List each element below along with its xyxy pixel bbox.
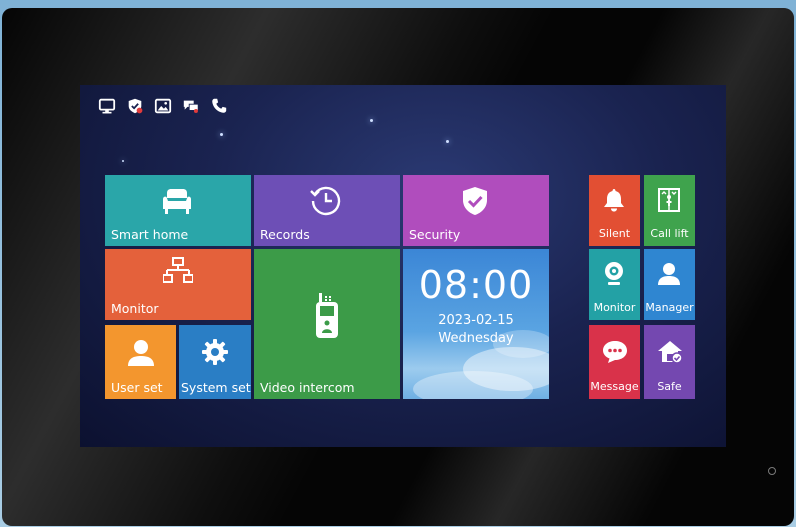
intercom-handset-icon <box>316 293 338 338</box>
background-star <box>122 160 124 162</box>
manager-tile[interactable]: Manager <box>644 249 695 320</box>
person-icon <box>658 263 680 285</box>
home-screen: Smart home Records Security Monitor Vide… <box>80 85 726 447</box>
side-monitor-tile[interactable]: Monitor <box>589 249 640 320</box>
safe-tile[interactable]: Safe <box>644 325 695 399</box>
elevator-icon <box>658 188 680 212</box>
monitor-label: Monitor <box>111 301 159 316</box>
status-bar <box>98 97 228 117</box>
indicator-led <box>768 467 776 475</box>
records-tile[interactable]: Records <box>254 175 400 246</box>
system-set-tile[interactable]: System set <box>179 325 251 399</box>
message-tile[interactable]: Message <box>589 325 640 399</box>
message-label: Message <box>590 380 639 393</box>
home-shield-icon <box>658 341 683 364</box>
security-tile[interactable]: Security <box>403 175 549 246</box>
clock-tile[interactable]: 08:00 2023-02-15 Wednesday <box>403 249 549 399</box>
chat-icon[interactable] <box>182 97 200 115</box>
side-monitor-label: Monitor <box>593 301 636 314</box>
clock-date: 2023-02-15 <box>438 313 514 328</box>
user-icon <box>128 340 154 366</box>
image-icon[interactable] <box>154 97 172 115</box>
message-bubble-icon <box>603 341 627 363</box>
background-star <box>370 119 373 122</box>
manager-label: Manager <box>645 301 694 314</box>
monitor-tile[interactable]: Monitor <box>105 249 251 320</box>
call-lift-label: Call lift <box>650 227 689 240</box>
bell-icon <box>604 189 624 212</box>
sofa-icon <box>163 189 191 214</box>
monitor-icon[interactable] <box>98 97 116 115</box>
call-lift-tile[interactable]: Call lift <box>644 175 695 246</box>
gear-icon <box>202 339 228 365</box>
clock-time: 08:00 <box>418 263 534 307</box>
system-set-label: System set <box>181 380 251 395</box>
background-star <box>220 133 223 136</box>
silent-tile[interactable]: Silent <box>589 175 640 246</box>
smart-home-tile[interactable]: Smart home <box>105 175 251 246</box>
clock-day: Wednesday <box>438 331 514 346</box>
camera-icon <box>605 262 623 285</box>
user-set-label: User set <box>111 380 163 395</box>
intercom-device: Smart home Records Security Monitor Vide… <box>2 8 794 526</box>
shield-check-icon <box>463 187 487 215</box>
phone-icon[interactable] <box>210 97 228 115</box>
background-star <box>446 140 449 143</box>
records-label: Records <box>260 227 310 242</box>
silent-label: Silent <box>598 227 631 240</box>
shield-alert-icon[interactable] <box>126 97 144 115</box>
network-icon <box>163 257 193 283</box>
security-label: Security <box>409 227 461 242</box>
video-intercom-label: Video intercom <box>260 380 355 395</box>
smart-home-label: Smart home <box>111 227 189 242</box>
history-clock-icon <box>310 186 341 216</box>
safe-label: Safe <box>657 380 682 393</box>
video-intercom-tile[interactable]: Video intercom <box>254 249 400 399</box>
user-set-tile[interactable]: User set <box>105 325 176 399</box>
